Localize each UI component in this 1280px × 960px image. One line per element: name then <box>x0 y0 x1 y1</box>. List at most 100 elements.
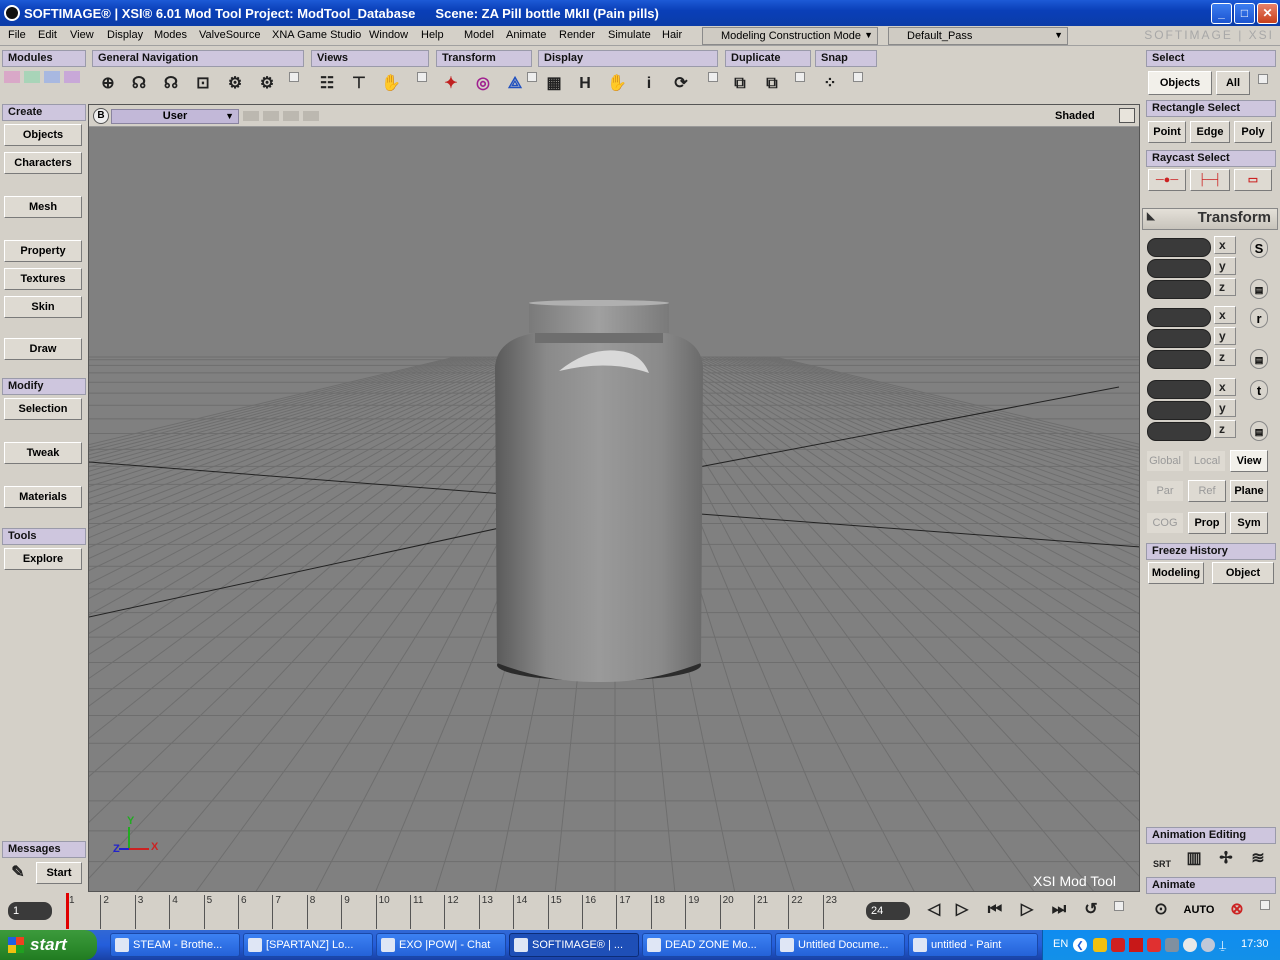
menu-xna-game-studio[interactable]: XNA Game Studio <box>272 29 361 41</box>
sym-button[interactable]: Sym <box>1230 512 1268 534</box>
local-button[interactable]: Local <box>1188 450 1226 472</box>
menu-view[interactable]: View <box>70 29 94 41</box>
menu-edit[interactable]: Edit <box>38 29 57 41</box>
options-icon[interactable] <box>289 72 299 82</box>
mesh-button[interactable]: Mesh <box>4 196 82 218</box>
maximize-button[interactable]: □ <box>1234 3 1255 24</box>
first-frame-icon[interactable]: ⏮ <box>982 897 1008 923</box>
rotate-x-field[interactable] <box>1147 308 1211 327</box>
par-button[interactable]: Par <box>1146 480 1184 502</box>
shading-mode-menu[interactable]: Shaded <box>1055 110 1095 122</box>
viewport-letter-badge[interactable]: B <box>93 108 109 124</box>
transform-header[interactable]: Transform <box>436 50 532 67</box>
timeline-ruler[interactable]: 1 2 3 4 5 6 7 8 9 10 11 12 13 14 15 16 17 18 19 20 21 22 23 <box>66 893 856 929</box>
messages-header[interactable]: Messages <box>2 841 86 858</box>
construction-mode-dropdown[interactable]: Modeling Construction Mode ▼ <box>702 27 878 45</box>
refresh-icon[interactable]: ⟳ <box>667 70 695 98</box>
characters-button[interactable]: Characters <box>4 152 82 174</box>
translate-icon[interactable]: ⟁ <box>501 70 529 98</box>
translate-z-axis[interactable]: z <box>1214 420 1236 438</box>
rotate-mode-button[interactable]: r <box>1250 308 1268 328</box>
key-search-icon[interactable]: ⊙ <box>1148 898 1174 922</box>
ati-icon[interactable] <box>1147 938 1161 952</box>
menu-display[interactable]: Display <box>107 29 143 41</box>
taskbar-item-paint[interactable]: untitled - Paint <box>908 933 1038 957</box>
translate-lock-icon[interactable]: ▤ <box>1250 421 1268 441</box>
mcafee-icon[interactable] <box>1129 938 1143 952</box>
rotate-y-field[interactable] <box>1147 329 1211 348</box>
objects-select-button[interactable]: Objects <box>1148 71 1212 95</box>
point-button[interactable]: Point <box>1148 121 1186 143</box>
instance-icon[interactable]: ⧉ <box>758 70 786 98</box>
snap-header[interactable]: Snap <box>815 50 877 67</box>
plane-button[interactable]: Plane <box>1230 480 1268 502</box>
scale-icon[interactable]: ✦ <box>437 70 465 98</box>
translate-y-axis[interactable]: y <box>1214 399 1236 417</box>
animate-header[interactable]: Animate <box>1146 877 1276 894</box>
general-navigation-header[interactable]: General Navigation <box>92 50 304 67</box>
select-header[interactable]: Select <box>1146 50 1276 67</box>
hide-icon[interactable]: H <box>571 70 599 98</box>
options-icon[interactable] <box>417 72 427 82</box>
options-icon[interactable] <box>1260 900 1270 910</box>
duplicate-icon[interactable]: ⧉ <box>726 70 754 98</box>
network-icon[interactable] <box>1165 938 1179 952</box>
playhead[interactable] <box>66 893 69 929</box>
play-icon[interactable]: ▷ <box>1014 897 1040 923</box>
antivirus-icon[interactable] <box>1111 938 1125 952</box>
scale-x-axis[interactable]: x <box>1214 236 1236 254</box>
menu-simulate[interactable]: Simulate <box>608 29 651 41</box>
modify-header[interactable]: Modify <box>2 378 86 395</box>
scale-z-axis[interactable]: z <box>1214 278 1236 296</box>
menu-model[interactable]: Model <box>464 29 494 41</box>
scale-y-axis[interactable]: y <box>1214 257 1236 275</box>
menu-file[interactable]: File <box>8 29 26 41</box>
freeze-history-header[interactable]: Freeze History <box>1146 543 1276 560</box>
3d-viewport[interactable]: B User ▼ Shaded XSI Mod Tool Y X Z <box>88 104 1140 892</box>
translate-z-field[interactable] <box>1147 422 1211 441</box>
schematic-icon[interactable]: ⊤ <box>345 70 373 98</box>
selection-button[interactable]: Selection <box>4 398 82 420</box>
set-key-icon[interactable]: ⊗ <box>1224 898 1250 922</box>
fcurve-icon[interactable]: ✢ <box>1212 846 1240 872</box>
taskbar-item-dead-zone[interactable]: DEAD ZONE Mo... <box>642 933 772 957</box>
raycast-point-icon[interactable]: ─●─ <box>1148 169 1186 191</box>
layers-icon[interactable]: ≋ <box>1244 846 1272 872</box>
taskbar-item-softimage[interactable]: SOFTIMAGE® | ... <box>509 933 639 957</box>
rotate-z-axis[interactable]: z <box>1214 348 1236 366</box>
hand-icon[interactable]: ✋ <box>377 70 405 98</box>
scale-lock-icon[interactable]: ▤ <box>1250 279 1268 299</box>
start-button[interactable]: start <box>0 930 97 960</box>
menu-animate[interactable]: Animate <box>506 29 546 41</box>
create-header[interactable]: Create <box>2 104 86 121</box>
viewport-memo-cams[interactable] <box>243 111 323 121</box>
tools-header[interactable]: Tools <box>2 528 86 545</box>
skin-button[interactable]: Skin <box>4 296 82 318</box>
camera-dropdown[interactable]: User ▼ <box>111 109 239 124</box>
translate-y-field[interactable] <box>1147 401 1211 420</box>
textures-button[interactable]: Textures <box>4 268 82 290</box>
rotate-icon[interactable]: ◎ <box>469 70 497 98</box>
start-script-button[interactable]: Start <box>36 862 82 884</box>
next-frame-icon[interactable]: ▷ <box>950 897 974 923</box>
srt-icon[interactable]: SRT <box>1148 846 1176 872</box>
menu-valvesource[interactable]: ValveSource <box>199 29 261 41</box>
translate-x-axis[interactable]: x <box>1214 378 1236 396</box>
taskbar-item-steam[interactable]: STEAM - Brothe... <box>110 933 240 957</box>
taskbar-item-exo-chat[interactable]: EXO |POW| - Chat <box>376 933 506 957</box>
objects-button[interactable]: Objects <box>4 124 82 146</box>
snap-grid-icon[interactable]: ⁘ <box>816 70 844 98</box>
module-color-swatches[interactable] <box>4 71 84 83</box>
grid-icon[interactable]: ▦ <box>540 70 568 98</box>
minimize-button[interactable]: _ <box>1211 3 1232 24</box>
prop-button[interactable]: Prop <box>1188 512 1226 534</box>
steam-tray-icon[interactable] <box>1183 938 1197 952</box>
auto-key-button[interactable]: AUTO <box>1180 900 1218 920</box>
end-frame-field[interactable]: 24 <box>866 902 910 920</box>
crosshair-icon[interactable]: ⊕ <box>94 70 122 98</box>
close-button[interactable]: ✕ <box>1257 3 1278 24</box>
language-indicator[interactable]: EN <box>1053 938 1068 950</box>
modules-header[interactable]: Modules <box>2 50 86 67</box>
duplicate-header[interactable]: Duplicate <box>725 50 811 67</box>
menu-modes[interactable]: Modes <box>154 29 187 41</box>
